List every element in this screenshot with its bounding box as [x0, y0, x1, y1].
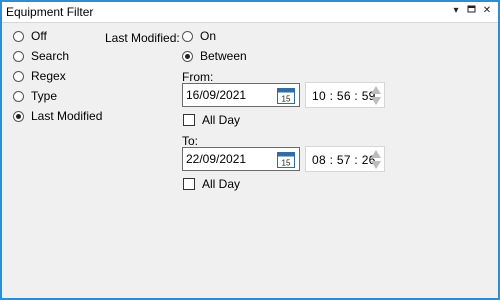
radio-off[interactable]	[13, 30, 24, 42]
svg-text:15: 15	[282, 95, 291, 104]
to-time-input[interactable]: 08 : 57 : 26	[305, 146, 385, 172]
from-date-picker[interactable]: 16/09/2021 15	[182, 83, 300, 107]
between-label: Between	[200, 49, 247, 63]
mode-regex-option[interactable]: Regex	[13, 67, 66, 85]
to-time-down-arrow-icon[interactable]	[371, 161, 381, 169]
from-label: From:	[182, 70, 214, 84]
mode-search-label: Search	[31, 49, 70, 63]
calendar-icon[interactable]: 15	[277, 151, 295, 168]
mode-last-modified-option[interactable]: Last Modified	[13, 107, 102, 125]
from-date-value: 16/09/2021	[186, 88, 247, 102]
last-modified-label: Last Modified:	[105, 31, 180, 45]
to-label: To:	[182, 134, 199, 148]
radio-last-modified[interactable]	[13, 110, 24, 122]
close-icon[interactable]: ✕	[480, 4, 494, 18]
from-time-value: 10 : 56 : 59	[312, 89, 376, 103]
radio-regex[interactable]	[13, 70, 24, 82]
on-label: On	[200, 29, 217, 43]
to-all-day-checkbox[interactable]	[183, 178, 195, 190]
radio-on[interactable]	[182, 30, 193, 42]
mode-off-option[interactable]: Off	[13, 27, 47, 45]
mode-last-modified-label: Last Modified	[31, 109, 103, 123]
from-time-up-arrow-icon[interactable]	[371, 86, 381, 94]
radio-type[interactable]	[13, 90, 24, 102]
radio-search[interactable]	[13, 50, 24, 62]
radio-between[interactable]	[182, 50, 193, 62]
dropdown-arrow-icon[interactable]: ▾	[449, 4, 463, 18]
equipment-filter-window: Equipment Filter ▾ ✕ Off Search Regex Ty…	[0, 0, 500, 300]
mode-type-label: Type	[31, 89, 58, 103]
title-bar: Equipment Filter ▾ ✕	[2, 2, 498, 23]
window-title: Equipment Filter	[6, 5, 94, 19]
mode-off-label: Off	[31, 29, 47, 43]
mode-regex-label: Regex	[31, 69, 66, 83]
mode-type-option[interactable]: Type	[13, 87, 57, 105]
to-time-up-arrow-icon[interactable]	[371, 150, 381, 158]
last-modified-between-option[interactable]: Between	[182, 47, 247, 65]
svg-text:15: 15	[282, 159, 291, 168]
from-time-down-arrow-icon[interactable]	[371, 97, 381, 105]
restore-window-icon[interactable]	[465, 4, 479, 18]
to-date-picker[interactable]: 22/09/2021 15	[182, 147, 300, 171]
to-all-day-option[interactable]: All Day	[183, 176, 240, 192]
to-date-value: 22/09/2021	[186, 152, 247, 166]
to-time-value: 08 : 57 : 26	[312, 153, 376, 167]
last-modified-on-option[interactable]: On	[182, 27, 216, 45]
to-all-day-label: All Day	[202, 177, 241, 191]
from-all-day-option[interactable]: All Day	[183, 112, 240, 128]
calendar-icon[interactable]: 15	[277, 87, 295, 104]
from-all-day-checkbox[interactable]	[183, 114, 195, 126]
from-all-day-label: All Day	[202, 113, 241, 127]
from-time-input[interactable]: 10 : 56 : 59	[305, 82, 385, 108]
mode-search-option[interactable]: Search	[13, 47, 69, 65]
